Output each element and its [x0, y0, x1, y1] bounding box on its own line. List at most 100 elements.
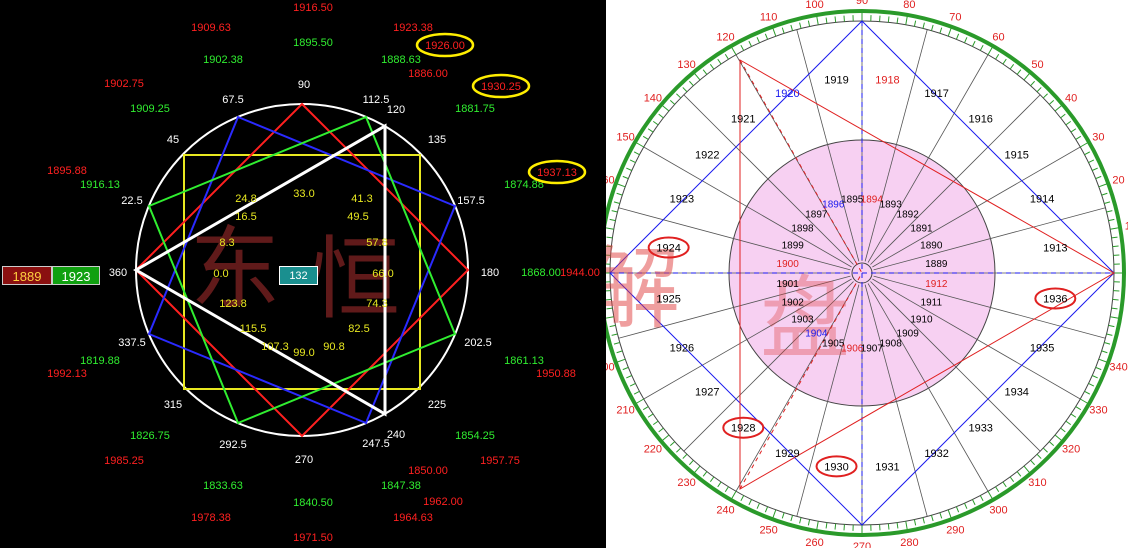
angle-label: 337.5: [118, 337, 146, 349]
highlighted-number: 1926.00: [425, 40, 465, 52]
outer-year-label: 1925: [656, 293, 680, 305]
green-number-label: 1861.13: [504, 355, 544, 367]
green-number-label: 1916.13: [80, 179, 120, 191]
outer-year-label: 1917: [924, 88, 948, 100]
red-number-label: 1909.63: [191, 22, 231, 34]
outer-year-label: 1931: [875, 461, 899, 473]
angle-label: 45: [167, 134, 179, 146]
outer-year-label: 1915: [1004, 149, 1028, 161]
degree-label: 80: [903, 0, 915, 11]
angle-label: 247.5: [362, 438, 390, 450]
green-number-label: 1826.75: [130, 430, 170, 442]
inner-year-label: 1891: [910, 223, 933, 234]
degree-label: 160: [606, 175, 615, 187]
red-number-label: 1950.88: [536, 368, 576, 380]
degree-tick: [887, 16, 890, 23]
degree-label: 230: [677, 477, 695, 489]
angle-label: 22.5: [121, 195, 142, 207]
green-number-label: 1881.75: [455, 103, 495, 115]
gann-wheel-chart: 解 盘 901008011070120601305014040150301602…: [606, 0, 1128, 548]
outer-year-label: 1913: [1043, 243, 1067, 255]
green-number-label: 1819.88: [80, 355, 120, 367]
outer-year-label: 1918: [875, 75, 899, 87]
left-box-red: 1889: [2, 266, 52, 285]
gann-wheel-panel: 解 盘 901008011070120601305014040150301602…: [606, 0, 1128, 548]
inner-value-label: 74.3: [366, 298, 387, 310]
left-box-green: 1923: [52, 266, 100, 285]
angle-label: 202.5: [464, 337, 492, 349]
red-number-label: 1902.75: [104, 78, 144, 90]
outer-year-label: 1916: [968, 113, 992, 125]
outer-year-label: 1919: [824, 75, 848, 87]
outer-year-label: 1929: [775, 448, 799, 460]
inner-year-label: 1908: [880, 338, 903, 349]
red-number-label: 1992.13: [47, 368, 87, 380]
degree-label: 240: [716, 504, 734, 516]
green-number-label: 1868.00: [521, 267, 561, 279]
inner-value-label: 66.0: [372, 268, 393, 280]
angle-label: 67.5: [222, 94, 243, 106]
outer-year-label: 1933: [968, 423, 992, 435]
outer-year-label: 1914: [1030, 193, 1054, 205]
angle-label: 180: [481, 267, 499, 279]
inner-value-label: 49.5: [347, 211, 368, 223]
degree-label: 60: [992, 32, 1004, 44]
degree-label: 150: [616, 132, 634, 144]
outer-year-label: 1922: [695, 149, 719, 161]
inner-year-label: 1901: [777, 279, 800, 290]
inner-value-label: 90.8: [323, 341, 344, 353]
degree-label: 290: [946, 525, 964, 537]
square-of-nine-panel: 东 恒 1916.50 1909.63 1923.38 1886.00 1902.75 1…: [0, 0, 606, 548]
angle-label: 135: [428, 134, 446, 146]
outer-year-label: 1924: [656, 243, 680, 255]
degree-label: 120: [716, 32, 734, 44]
highlighted-number: 1937.13: [537, 167, 577, 179]
green-number-label: 1854.25: [455, 430, 495, 442]
red-number-label: 1850.00: [408, 465, 448, 477]
angle-label: 112.5: [363, 94, 390, 106]
highlighted-number: 1930.25: [481, 81, 521, 93]
red-number-label: 1985.25: [104, 455, 144, 467]
angle-label: 315: [164, 399, 182, 411]
angle-label: 225: [428, 399, 446, 411]
inner-value-label: 24.8: [235, 193, 256, 205]
degree-label: 260: [805, 537, 823, 548]
angle-label: 157.5: [457, 195, 485, 207]
inner-year-label: 1907: [861, 343, 884, 354]
inner-year-label: 1892: [897, 209, 920, 220]
green-number-label: 1895.50: [293, 37, 333, 49]
degree-tick: [887, 523, 890, 530]
green-number-label: 1847.38: [381, 480, 421, 492]
inner-value-label: 8.3: [219, 237, 234, 249]
inner-value-label: 41.3: [351, 193, 372, 205]
red-number-label: 1895.88: [47, 165, 87, 177]
outer-year-label: 1927: [695, 387, 719, 399]
degree-label: 340: [1109, 361, 1127, 373]
angle-label: 292.5: [219, 439, 247, 451]
center-box: 132: [279, 266, 318, 285]
red-number-label: 1964.63: [393, 512, 433, 524]
inner-year-label: 1899: [782, 240, 805, 251]
degree-tick: [1112, 298, 1119, 301]
green-number-label: 1833.63: [203, 480, 243, 492]
degree-label: 130: [677, 59, 695, 71]
outer-year-label: 1932: [924, 448, 948, 460]
degree-label: 250: [759, 525, 777, 537]
inner-value-label: 99.0: [293, 347, 314, 359]
inner-year-label: 1910: [910, 315, 933, 326]
inner-year-label: 1889: [925, 259, 948, 270]
outer-year-label: 1936: [1043, 293, 1067, 305]
degree-label: 280: [900, 537, 918, 548]
angle-label: 90: [298, 79, 310, 91]
inner-value-label: 57.8: [366, 237, 387, 249]
angle-label: 120: [387, 104, 405, 116]
inner-year-label: 1890: [920, 240, 943, 251]
degree-tick: [834, 523, 837, 530]
green-number-label: 1840.50: [293, 497, 333, 509]
degree-label: 70: [949, 11, 961, 23]
degree-label: 140: [644, 93, 662, 105]
degree-tick: [1112, 245, 1119, 248]
degree-label: 270: [853, 541, 871, 548]
angle-label: 360: [109, 267, 127, 279]
inner-value-label: 115.5: [240, 323, 267, 335]
